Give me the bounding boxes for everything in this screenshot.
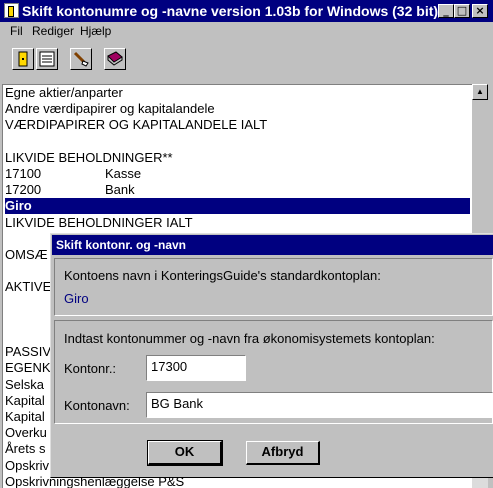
maximize-icon: □ (456, 4, 468, 17)
list-item[interactable]: Giro (5, 198, 470, 214)
account-code: 17200 (5, 182, 42, 197)
list-item[interactable]: LIKVIDE BEHOLDNINGER** (5, 150, 470, 166)
exit-button[interactable] (12, 48, 34, 70)
account-number-input[interactable]: 17300 (146, 355, 246, 381)
account-name: Årets s (5, 441, 46, 456)
standard-account-value: Giro (64, 291, 89, 306)
exit-door-icon (18, 51, 28, 67)
list-button[interactable] (36, 48, 58, 70)
ok-button[interactable]: OK (147, 440, 223, 466)
account-name: OMSÆ (5, 247, 48, 262)
scroll-up-icon: ▲ (476, 87, 484, 96)
minimize-button[interactable]: _ (438, 4, 454, 18)
menu-help[interactable]: Hjælp (80, 24, 111, 38)
minimize-icon: _ (443, 4, 449, 17)
account-name: LIKVIDE BEHOLDNINGER IALT (5, 215, 193, 230)
menu-edit[interactable]: Rediger (32, 24, 74, 38)
account-name: Kapital (5, 393, 45, 408)
book-icon (107, 51, 123, 66)
account-name: Opskriv (5, 458, 50, 473)
cancel-button[interactable]: Afbryd (246, 441, 320, 465)
edit-brush-icon (73, 51, 89, 67)
standard-account-group (54, 258, 493, 316)
standard-account-label: Kontoens navn i KonteringsGuide's standa… (64, 268, 381, 283)
account-name: Overku (5, 425, 47, 440)
list-item[interactable]: 17200 Bank (5, 182, 470, 198)
account-name: Giro (5, 198, 32, 213)
account-code: 17100 (5, 166, 42, 181)
account-number-label: Kontonr.: (64, 361, 117, 376)
input-instruction-label: Indtast kontonummer og -navn fra økonomi… (64, 331, 435, 346)
close-button[interactable]: × (472, 4, 488, 18)
account-name: Bank (105, 182, 135, 197)
account-name: LIKVIDE BEHOLDNINGER** (5, 150, 173, 165)
list-item[interactable] (5, 134, 470, 150)
menu-file[interactable]: Fil (10, 24, 23, 38)
book-button[interactable] (104, 48, 126, 70)
edit-button[interactable] (70, 48, 92, 70)
close-icon: × (475, 4, 485, 17)
scroll-up-button[interactable]: ▲ (472, 84, 488, 100)
dialog-title: Skift kontonr. og -navn (56, 238, 187, 252)
list-icon (39, 51, 55, 67)
list-item[interactable]: LIKVIDE BEHOLDNINGER IALT (5, 215, 470, 231)
window-title: Skift kontonumre og -navne version 1.03b… (22, 3, 439, 19)
account-name: Selska (5, 377, 45, 392)
list-item[interactable]: 17100 Kasse (5, 166, 470, 182)
account-name-label: Kontonavn: (64, 398, 130, 413)
account-name: VÆRDIPAPIRER OG KAPITALANDELE IALT (5, 117, 268, 132)
account-name: Egne aktier/anparter (5, 85, 123, 100)
account-name-input[interactable]: BG Bank (146, 392, 493, 418)
account-name: PASSIV (5, 344, 52, 359)
list-item[interactable]: Egne aktier/anparter (5, 85, 470, 101)
account-name: Kasse (105, 166, 142, 181)
account-name: AKTIVE (5, 279, 52, 294)
list-item[interactable]: Andre værdipapirer og kapitalandele (5, 101, 470, 117)
account-name: Andre værdipapirer og kapitalandele (5, 101, 215, 116)
maximize-button[interactable]: □ (454, 4, 470, 18)
scrollbar-thumb[interactable] (472, 100, 488, 240)
account-name: Kapital (5, 409, 45, 424)
list-item[interactable]: VÆRDIPAPIRER OG KAPITALANDELE IALT (5, 117, 470, 133)
account-name: EGENK (5, 360, 51, 375)
app-icon[interactable] (4, 3, 19, 18)
